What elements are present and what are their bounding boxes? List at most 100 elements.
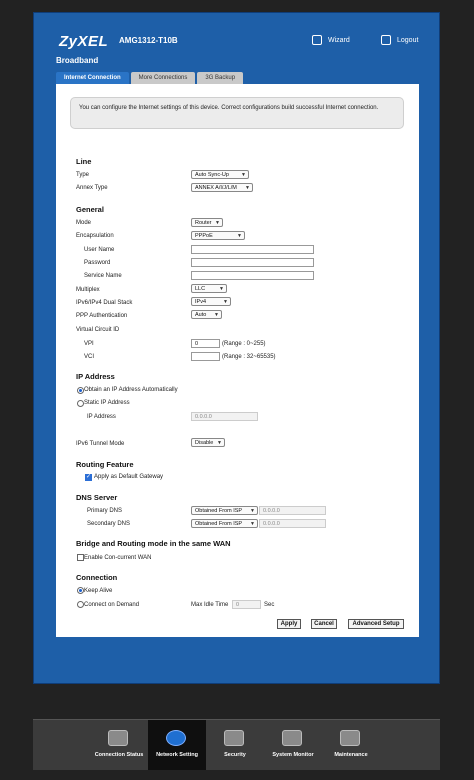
settings-panel: You can configure the Internet settings … (56, 84, 419, 637)
mode-select[interactable]: Router ▼ (191, 218, 223, 227)
chevron-down-icon: ▼ (214, 312, 219, 318)
ip-address-label: IP Address (87, 414, 116, 420)
vci-range: (Range : 32~65535) (222, 354, 276, 360)
logout-link[interactable]: Logout (381, 35, 418, 45)
type-label: Type (76, 172, 90, 178)
keep-alive-radio[interactable] (77, 587, 84, 594)
primary-dns-field[interactable]: 0.0.0.0 (259, 506, 326, 515)
max-idle-field[interactable]: 0 (232, 600, 261, 609)
logout-icon (381, 35, 391, 45)
primary-dns-mode: Obtained From ISP (195, 508, 243, 514)
default-gateway-checkbox[interactable] (85, 473, 92, 481)
tab-bar: Internet Connection More Connections 3G … (56, 72, 244, 84)
nav-connection-status-label: Connection Status (94, 752, 144, 758)
type-select[interactable]: Auto Sync-Up ▼ (191, 170, 249, 179)
apply-button[interactable]: Apply (277, 619, 301, 629)
static-ip-radio[interactable] (77, 400, 84, 407)
service-name-field[interactable] (191, 271, 314, 280)
nav-network-setting[interactable]: Network Setting (148, 720, 206, 770)
type-value: Auto Sync-Up (195, 172, 229, 178)
secondary-dns-field[interactable]: 0.0.0.0 (259, 519, 326, 528)
chevron-down-icon: ▼ (237, 233, 242, 239)
username-label: User Name (84, 247, 115, 253)
dual-stack-value: IPv4 (195, 299, 207, 305)
ipv6-tunnel-label: IPv6 Tunnel Mode (76, 441, 125, 447)
concurrent-wan-checkbox[interactable] (77, 554, 84, 561)
static-ip-label: Static IP Address (84, 400, 130, 406)
nav-maintenance[interactable]: Maintenance (322, 720, 380, 770)
multiplex-select[interactable]: LLC ▼ (191, 284, 227, 293)
nav-system-monitor[interactable]: System Monitor (264, 720, 322, 770)
primary-dns-label: Primary DNS (87, 508, 123, 514)
password-label: Password (84, 260, 111, 266)
model-name: AMG1312-T10B (119, 36, 178, 45)
vpi-range: (Range : 0~255) (222, 341, 266, 347)
max-idle-unit: Sec (264, 602, 275, 608)
vci-label: VCI (84, 354, 95, 360)
wizard-icon (312, 35, 322, 45)
vci-field[interactable] (191, 352, 220, 361)
info-notice: You can configure the Internet settings … (70, 97, 404, 129)
vpi-field[interactable]: 0 (191, 339, 220, 348)
section-dns-title: DNS Server (76, 493, 118, 502)
encapsulation-value: PPPoE (195, 233, 213, 239)
secondary-dns-label: Secondary DNS (87, 521, 131, 527)
mode-label: Mode (76, 220, 92, 226)
tab-more-connections[interactable]: More Connections (130, 72, 196, 84)
advanced-setup-button[interactable]: Advanced Setup (348, 619, 404, 629)
chevron-down-icon: ▼ (223, 299, 228, 305)
chevron-down-icon: ▼ (245, 185, 250, 191)
concurrent-wan-label: Enable Con-current WAN (84, 555, 152, 561)
brand-logo: ZyXEL (59, 33, 109, 50)
section-general-title: General (76, 205, 104, 214)
chevron-down-icon: ▼ (241, 172, 246, 178)
secondary-dns-select[interactable]: Obtained From ISP ▼ (191, 519, 258, 528)
vpi-label: VPI (84, 341, 94, 347)
connect-on-demand-label: Connect on Demand (84, 602, 140, 608)
virtual-circuit-label: Virtual Circuit ID (76, 327, 120, 333)
ip-address-field[interactable]: 0.0.0.0 (191, 412, 258, 421)
password-field[interactable] (191, 258, 314, 267)
ipv6-tunnel-select[interactable]: Disable ▼ (191, 438, 225, 447)
multiplex-label: Multiplex (76, 287, 100, 293)
max-idle-label: Max Idle Time (191, 602, 229, 608)
page-title: Broadband (56, 56, 99, 65)
encapsulation-select[interactable]: PPPoE ▼ (191, 231, 245, 240)
dual-stack-select[interactable]: IPv4 ▼ (191, 297, 231, 306)
username-field[interactable] (191, 245, 314, 254)
tab-internet-connection[interactable]: Internet Connection (56, 72, 129, 84)
nav-connection-status[interactable]: Connection Status (90, 720, 148, 770)
maintenance-icon (340, 730, 360, 746)
service-name-label: Service Name (84, 273, 122, 279)
annex-value: ANNEX A/I/J/L/M (195, 185, 237, 191)
section-connection-title: Connection (76, 573, 118, 582)
obtain-ip-radio[interactable] (77, 387, 84, 394)
nav-security-label: Security (224, 752, 246, 758)
dual-stack-label: IPv6/IPv4 Dual Stack (76, 300, 133, 306)
connect-on-demand-radio[interactable] (77, 601, 84, 608)
ipv6-tunnel-value: Disable (195, 440, 214, 446)
wizard-label: Wizard (328, 36, 350, 44)
bottom-nav-bar: Connection Status Network Setting Securi… (33, 719, 440, 770)
chevron-down-icon: ▼ (215, 220, 220, 226)
ppp-auth-select[interactable]: Auto ▼ (191, 310, 222, 319)
annex-select[interactable]: ANNEX A/I/J/L/M ▼ (191, 183, 253, 192)
network-setting-icon (166, 730, 186, 746)
system-monitor-icon (282, 730, 302, 746)
tab-3g-backup[interactable]: 3G Backup (197, 72, 244, 84)
nav-system-monitor-label: System Monitor (272, 752, 314, 758)
primary-dns-select[interactable]: Obtained From ISP ▼ (191, 506, 258, 515)
obtain-ip-label: Obtain an IP Address Automatically (84, 387, 178, 393)
encapsulation-label: Encapsulation (76, 233, 114, 239)
secondary-dns-mode: Obtained From ISP (195, 521, 243, 527)
security-shield-icon (224, 730, 244, 746)
ppp-auth-value: Auto (195, 312, 207, 318)
cancel-button[interactable]: Cancel (311, 619, 337, 629)
ppp-auth-label: PPP Authentication (76, 313, 128, 319)
nav-security[interactable]: Security (206, 720, 264, 770)
chevron-down-icon: ▼ (219, 286, 224, 292)
chevron-down-icon: ▼ (250, 521, 255, 527)
nav-network-setting-label: Network Setting (156, 752, 198, 758)
wizard-link[interactable]: Wizard (312, 35, 350, 45)
chevron-down-icon: ▼ (217, 440, 222, 446)
